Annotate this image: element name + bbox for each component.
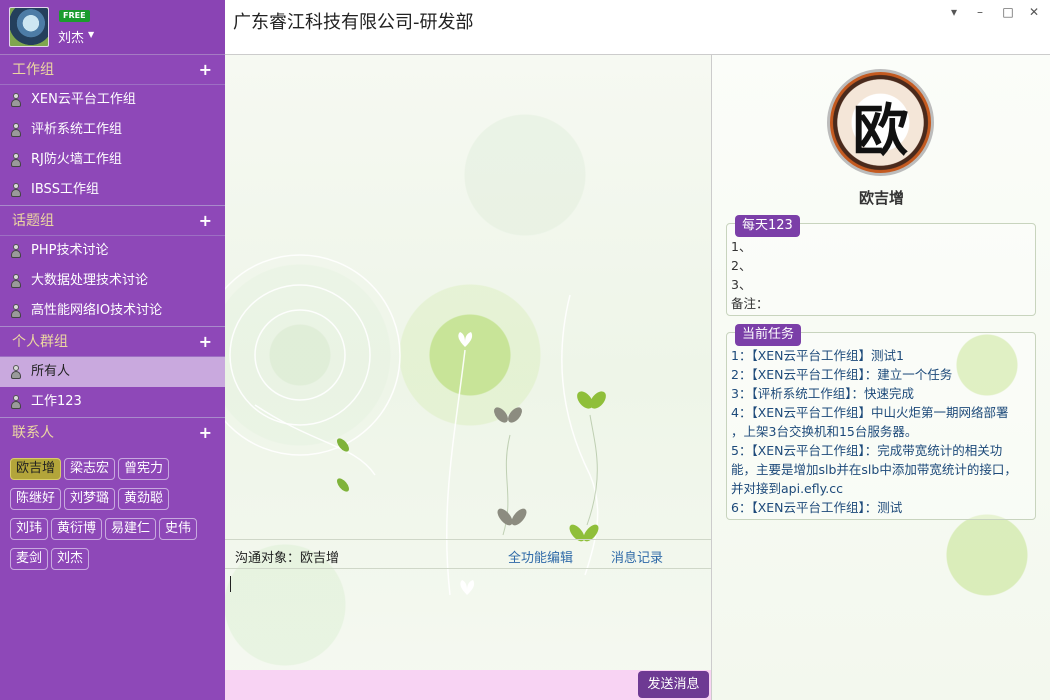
person-icon	[10, 304, 22, 319]
message-history-link[interactable]: 消息记录	[611, 547, 663, 566]
plus-icon[interactable]: +	[199, 55, 212, 85]
person-icon	[10, 153, 22, 168]
send-button[interactable]: 发送消息	[638, 671, 709, 698]
full-edit-link[interactable]: 全功能编辑	[508, 547, 573, 566]
group-header-topic[interactable]: 话题组 +	[0, 206, 225, 236]
group-header-personal[interactable]: 个人群组 +	[0, 327, 225, 357]
task-line[interactable]: 4：【XEN云平台工作组】中山火炬第一期网络部署	[727, 403, 1031, 422]
task-line[interactable]: 能，主要是增加slb并在slb中添加带宽统计的接口，	[727, 460, 1031, 479]
window-title: 广东睿江科技有限公司-研发部	[233, 12, 474, 33]
daily-tag: 每天123	[735, 215, 800, 237]
daily-line: 2、	[731, 258, 752, 273]
group-item-label: PHP技术讨论	[31, 243, 109, 258]
group-item[interactable]: PHP技术讨论	[0, 236, 225, 266]
title-bar: 广东睿江科技有限公司-研发部 ▾ – □ ✕	[225, 0, 1050, 55]
person-icon	[10, 123, 22, 138]
daily-line: 1、	[731, 239, 752, 254]
sidebar: FREE 刘杰 ▼ 工作组 + XEN云平台工作组 评析系统工作组 RJ防火墙工…	[0, 0, 225, 700]
task-line[interactable]: 3：【评析系统工作组】：快速完成	[727, 384, 1031, 403]
contact-chip[interactable]: 黄劲聪	[118, 488, 170, 510]
person-icon	[10, 365, 22, 380]
dropdown-icon[interactable]: ▾	[946, 4, 962, 20]
group-item-label: 工作123	[31, 394, 82, 409]
group-title: 话题组	[12, 213, 54, 229]
chat-target: 沟通对象：欧吉增	[235, 551, 340, 566]
contact-chip[interactable]: 史伟	[159, 518, 198, 540]
contact-chip[interactable]: 刘玮	[10, 518, 49, 540]
close-icon[interactable]: ✕	[1026, 4, 1042, 20]
minimize-icon[interactable]: –	[972, 4, 988, 20]
person-icon	[10, 244, 22, 259]
tasks-box: 当前任务 1：【XEN云平台工作组】测试1 2：【XEN云平台工作组】：建立一个…	[726, 324, 1036, 520]
task-line[interactable]: ，上架3台交换机和15台服务器。	[727, 422, 1031, 441]
group-item-label: 所有人	[31, 364, 71, 379]
group-item-label: IBSS工作组	[31, 182, 100, 197]
group-item[interactable]: XEN云平台工作组	[0, 85, 225, 115]
group-item[interactable]: 评析系统工作组	[0, 115, 225, 145]
group-title: 个人群组	[12, 334, 68, 350]
contact-chip-selected[interactable]: 欧吉增	[10, 458, 62, 480]
daily-line: 3、	[731, 277, 752, 292]
group-item[interactable]: RJ防火墙工作组	[0, 145, 225, 175]
free-badge: FREE	[59, 10, 90, 22]
send-bar: 发送消息	[225, 670, 711, 700]
group-header-work[interactable]: 工作组 +	[0, 55, 225, 85]
contact-chip[interactable]: 易建仁	[105, 518, 157, 540]
profile-name: 欧吉增	[858, 189, 904, 207]
group-item[interactable]: 高性能网络IO技术讨论	[0, 296, 225, 326]
profile-avatar: 欧	[827, 69, 934, 176]
tasks-tag: 当前任务	[735, 324, 802, 346]
group-item-label: 大数据处理技术讨论	[31, 273, 149, 288]
task-line[interactable]: 5：【XEN云平台工作组】：完成带宽统计的相关功	[727, 441, 1031, 460]
person-icon	[10, 183, 22, 198]
contact-list: 欧吉增 梁志宏 曾宪力 陈继好 刘梦璐 黄劲聪 刘玮 黄衍博 易建仁 史伟 麦剑 刘杰	[0, 448, 225, 578]
task-line[interactable]: 1：【XEN云平台工作组】测试1	[727, 346, 1031, 365]
group-item-label: 高性能网络IO技术讨论	[31, 303, 163, 318]
group-item-label: 评析系统工作组	[31, 122, 123, 137]
task-line[interactable]: 2：【XEN云平台工作组】：建立一个任务	[727, 365, 1031, 384]
group-item-label: RJ防火墙工作组	[31, 152, 122, 167]
group-title: 联系人	[12, 425, 54, 441]
group-title: 工作组	[12, 62, 54, 78]
chat-panel: 沟通对象：欧吉增 全功能编辑 消息记录 发送消息	[225, 55, 711, 700]
user-profile: FREE 刘杰 ▼	[0, 0, 225, 55]
message-input[interactable]	[225, 570, 711, 670]
contact-chip[interactable]: 刘杰	[51, 548, 90, 570]
group-item-label: XEN云平台工作组	[31, 92, 136, 107]
contact-chip[interactable]: 梁志宏	[64, 458, 116, 480]
username[interactable]: 刘杰	[58, 27, 84, 46]
group-item[interactable]: IBSS工作组	[0, 175, 225, 205]
plus-icon[interactable]: +	[199, 418, 212, 448]
group-section-topic: 话题组 + PHP技术讨论 大数据处理技术讨论 高性能网络IO技术讨论	[0, 206, 225, 327]
group-item[interactable]: 大数据处理技术讨论	[0, 266, 225, 296]
person-icon	[10, 274, 22, 289]
contact-chip[interactable]: 黄衍博	[51, 518, 103, 540]
group-section-work: 工作组 + XEN云平台工作组 评析系统工作组 RJ防火墙工作组 IBSS工作组	[0, 55, 225, 206]
contact-chip[interactable]: 麦剑	[10, 548, 49, 570]
group-header-contacts[interactable]: 联系人 +	[0, 418, 225, 448]
group-item[interactable]: 工作123	[0, 387, 225, 417]
person-icon	[10, 395, 22, 410]
plus-icon[interactable]: +	[199, 206, 212, 236]
plus-icon[interactable]: +	[199, 327, 212, 357]
group-item-selected[interactable]: 所有人	[0, 357, 225, 387]
caret-down-icon[interactable]: ▼	[88, 30, 94, 39]
daily-note: 备注：	[731, 296, 769, 311]
group-section-personal: 个人群组 + 所有人 工作123	[0, 327, 225, 418]
maximize-icon[interactable]: □	[1000, 4, 1016, 20]
task-line[interactable]: 并对接到api.efly.cc	[727, 479, 1031, 498]
contact-info-panel: 欧 欧吉增 每天123 1、 2、 3、 备注： 当前任务 1：【XEN云平台工…	[711, 55, 1050, 700]
text-caret	[230, 576, 231, 592]
chat-toolbar: 沟通对象：欧吉增 全功能编辑 消息记录	[225, 539, 711, 569]
contact-chip[interactable]: 曾宪力	[118, 458, 170, 480]
person-icon	[10, 93, 22, 108]
task-line[interactable]: 6：【XEN云平台工作组】：测试	[727, 498, 1031, 517]
avatar-glyph: 欧	[852, 98, 909, 164]
daily-box: 每天123 1、 2、 3、 备注：	[726, 215, 1036, 316]
contact-chip[interactable]: 陈继好	[10, 488, 62, 510]
contact-chip[interactable]: 刘梦璐	[64, 488, 116, 510]
avatar[interactable]	[9, 7, 49, 47]
